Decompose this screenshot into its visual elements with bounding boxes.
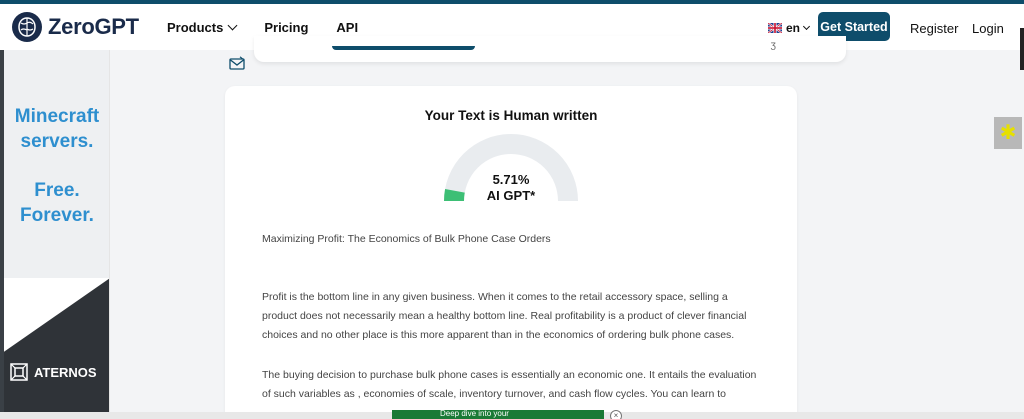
- bottom-ad-text: Deep dive into your: [440, 410, 509, 418]
- language-code: en: [786, 21, 801, 35]
- text-title: Maximizing Profit: The Economics of Bulk…: [262, 233, 551, 245]
- brand-name: ZeroGPT: [48, 14, 139, 39]
- logo[interactable]: ZeroGPT: [10, 10, 139, 44]
- uk-flag-icon: [768, 23, 782, 33]
- bottom-ad-button[interactable]: Deep dive into your: [392, 410, 604, 419]
- result-card: Your Text is Human written 5.71% AI GPT*…: [225, 86, 797, 419]
- nav-item-label: API: [336, 20, 359, 35]
- ai-percentage: 5.71%: [492, 172, 530, 187]
- aternos-logo-icon: [10, 363, 28, 381]
- ai-label: AI GPT*: [486, 188, 536, 203]
- close-icon[interactable]: ×: [610, 410, 622, 419]
- left-advertisement[interactable]: Minecraft servers. Free. Forever. ATERNO…: [0, 50, 110, 412]
- right-ad-edge: [1020, 28, 1024, 70]
- ad-subline: Free. Forever.: [20, 180, 94, 226]
- sun-icon: ✱: [999, 122, 1017, 144]
- ad-dark-panel: [4, 278, 109, 412]
- nav-links: Products Pricing API: [167, 20, 386, 35]
- nav-item-label: Products: [167, 20, 224, 35]
- register-link[interactable]: Register: [910, 21, 958, 36]
- action-button-edge[interactable]: [332, 46, 475, 50]
- ad-brand: ATERNOS: [10, 363, 97, 381]
- nav-item-pricing[interactable]: Pricing: [264, 20, 308, 35]
- chevron-down-icon: [227, 20, 238, 31]
- settings-tab[interactable]: ✱: [994, 117, 1022, 149]
- mail-icon[interactable]: [229, 56, 245, 70]
- card-corner-icon: ʒ: [770, 40, 776, 51]
- ad-brand-name: ATERNOS: [34, 364, 97, 380]
- ad-background: [4, 50, 109, 278]
- login-link[interactable]: Login: [972, 21, 1004, 36]
- brain-logo-icon: [12, 12, 42, 42]
- nav-item-api[interactable]: API: [336, 20, 358, 35]
- chevron-down-icon: [802, 22, 811, 30]
- ad-headline: Minecraft servers.: [14, 106, 100, 152]
- text-paragraph: The buying decision to purchase bulk pho…: [262, 369, 757, 400]
- nav-item-products[interactable]: Products: [167, 20, 238, 35]
- upload-card: ʒ: [254, 36, 846, 62]
- text-paragraph: Profit is the bottom line in any given b…: [262, 291, 747, 341]
- language-selector[interactable]: en: [768, 21, 811, 35]
- nav-item-label: Pricing: [264, 20, 309, 35]
- result-title: Your Text is Human written: [424, 108, 598, 123]
